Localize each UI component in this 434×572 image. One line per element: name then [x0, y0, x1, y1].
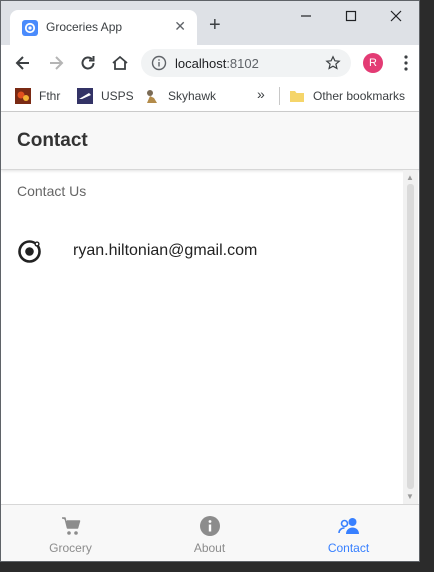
reload-icon[interactable]: [78, 53, 98, 73]
bookmarks-overflow-icon[interactable]: »: [257, 86, 265, 102]
back-icon[interactable]: [13, 53, 33, 73]
tab-grocery[interactable]: Grocery: [1, 505, 140, 561]
star-icon[interactable]: [325, 55, 341, 71]
url-host: localhost: [175, 56, 227, 71]
content-area: Contact Us ryan.hiltonian@gmail.com: [1, 170, 403, 504]
profile-avatar[interactable]: R: [363, 53, 383, 73]
forward-icon[interactable]: [46, 53, 66, 73]
usps-icon: [77, 88, 93, 104]
url-text[interactable]: localhost:8102: [175, 56, 259, 71]
info-icon: [200, 516, 220, 536]
tab-label: Contact: [327, 541, 370, 555]
scroll-thumb[interactable]: [407, 184, 414, 489]
app-favicon-icon: [22, 20, 38, 36]
tab-bar: Grocery About Contact: [1, 504, 419, 561]
tab-contact[interactable]: Contact: [279, 505, 418, 561]
bookmarks-divider: [279, 87, 280, 105]
info-icon[interactable]: [151, 55, 167, 71]
app-header: Contact: [1, 112, 419, 170]
bookmark-label: Fthr: [39, 89, 61, 103]
skyhawk-icon: [147, 90, 157, 103]
bookmark-label: Skyhawk: [168, 89, 217, 103]
section-title: Contact Us: [17, 183, 87, 199]
scrollbar[interactable]: ▲ ▼: [403, 170, 418, 504]
tab-title: Groceries App: [46, 20, 123, 34]
menu-dots-icon[interactable]: [401, 53, 411, 73]
folder-icon: [290, 91, 304, 102]
tab-label: About: [193, 541, 226, 555]
app-viewport: Contact Contact Us ryan.hiltonian@gmail.…: [1, 112, 419, 561]
browser-toolbar: localhost:8102 R: [1, 45, 419, 81]
new-tab-icon[interactable]: +: [209, 15, 221, 35]
url-port: :8102: [226, 56, 259, 71]
page-title: Contact: [17, 130, 88, 151]
scroll-up-icon[interactable]: ▲: [406, 173, 414, 182]
ionic-icon: [18, 240, 41, 263]
contact-email[interactable]: ryan.hiltonian@gmail.com: [73, 242, 257, 260]
scroll-down-icon[interactable]: ▼: [406, 492, 414, 501]
title-bar: Groceries App ✕ +: [1, 1, 419, 45]
address-bar[interactable]: localhost:8102: [141, 49, 351, 77]
browser-window: Groceries App ✕ + localhost:8102 R Fthr …: [0, 0, 420, 562]
tab-about[interactable]: About: [140, 505, 279, 561]
browser-tab[interactable]: Groceries App ✕: [10, 10, 197, 45]
minimize-icon[interactable]: [299, 9, 313, 23]
maximize-icon[interactable]: [344, 9, 358, 23]
contact-item[interactable]: ryan.hiltonian@gmail.com: [1, 233, 403, 269]
fthr-icon: [15, 88, 31, 104]
people-icon: [338, 518, 359, 534]
tab-close-icon[interactable]: ✕: [174, 18, 186, 35]
other-bookmarks-label: Other bookmarks: [313, 89, 406, 103]
tab-label: Grocery: [49, 541, 92, 555]
bookmarks-bar: Fthr USPS Skyhawk » Other bookmarks: [1, 81, 419, 112]
home-icon[interactable]: [110, 53, 130, 73]
cart-icon: [62, 517, 81, 535]
bookmark-label: USPS: [101, 89, 134, 103]
close-window-icon[interactable]: [389, 9, 403, 23]
